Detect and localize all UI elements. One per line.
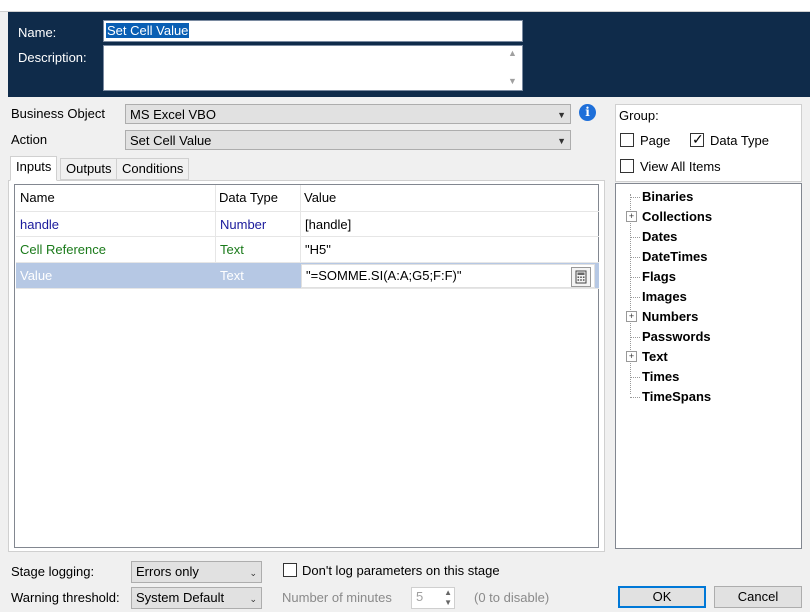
tree-connector: [630, 397, 640, 398]
tree-connector: [630, 257, 640, 258]
chevron-down-icon: ⌄: [249, 568, 257, 578]
description-input[interactable]: ▲ ▼: [103, 45, 523, 91]
tree-connector: [630, 237, 640, 238]
tree-connector: [630, 337, 640, 338]
view-all-items-label[interactable]: View All Items: [640, 159, 721, 175]
disable-hint: (0 to disable): [474, 590, 550, 605]
group-label: Group:: [619, 108, 659, 123]
tab-outputs[interactable]: Outputs: [60, 158, 118, 180]
tree-item-times[interactable]: Times: [642, 369, 679, 385]
row-value[interactable]: "H5": [301, 237, 331, 263]
tree-connector: [630, 377, 640, 378]
stepper-down-icon[interactable]: ▼: [444, 598, 452, 607]
table-row-selected[interactable]: Value Text "=SOMME.SI(A:A;G5;F:F)": [16, 263, 599, 289]
description-label: Description:: [18, 50, 87, 65]
stage-logging-value: Errors only: [136, 564, 199, 579]
stepper-up-icon[interactable]: ▲: [444, 588, 452, 597]
data-type-checkbox-label[interactable]: Data Type: [710, 133, 769, 149]
column-header-name[interactable]: Name: [20, 185, 55, 211]
tree-item-collections[interactable]: Collections: [642, 209, 712, 225]
table-row[interactable]: handle Number [handle]: [16, 211, 599, 237]
row-name: handle: [20, 217, 60, 232]
view-all-items-checkbox[interactable]: [620, 159, 634, 173]
name-input[interactable]: Set Cell Value: [103, 20, 523, 42]
minutes-stepper[interactable]: 5 ▲ ▼: [411, 587, 455, 609]
name-input-text: Set Cell Value: [106, 23, 190, 38]
stage-logging-label: Stage logging:: [11, 564, 95, 579]
value-edit-field[interactable]: "=SOMME.SI(A:A;G5;F:F)": [301, 264, 595, 288]
inputs-grid: Name Data Type Value handle Number [hand…: [14, 184, 599, 548]
cancel-button[interactable]: Cancel: [714, 586, 802, 608]
tree-item-flags[interactable]: Flags: [642, 269, 676, 285]
tree-item-dates[interactable]: Dates: [642, 229, 677, 245]
tree-item-text[interactable]: Text: [642, 349, 668, 365]
tree-item-passwords[interactable]: Passwords: [642, 329, 711, 345]
page-checkbox-label[interactable]: Page: [640, 133, 670, 149]
warning-threshold-select[interactable]: System Default ⌄: [131, 587, 262, 609]
scroll-down-icon[interactable]: ▼: [508, 76, 517, 86]
expand-plus-icon[interactable]: +: [626, 351, 637, 362]
warning-threshold-value: System Default: [136, 590, 225, 605]
action-value: Set Cell Value: [130, 133, 212, 148]
name-label: Name:: [18, 25, 57, 40]
number-of-minutes-label: Number of minutes: [282, 590, 392, 605]
tree-item-binaries[interactable]: Binaries: [642, 189, 693, 205]
chevron-down-icon: ▼: [557, 110, 566, 120]
dont-log-parameters-label[interactable]: Don't log parameters on this stage: [302, 563, 500, 579]
ok-button[interactable]: OK: [618, 586, 706, 608]
tree-line: [630, 194, 631, 394]
business-object-value: MS Excel VBO: [130, 107, 216, 122]
info-icon[interactable]: i: [579, 104, 596, 121]
page-checkbox[interactable]: [620, 133, 634, 147]
business-object-label: Business Object: [11, 106, 105, 121]
row-value: "=SOMME.SI(A:A;G5;F:F)": [306, 268, 462, 283]
data-type-checkbox[interactable]: [690, 131, 704, 148]
tree-item-datetimes[interactable]: DateTimes: [642, 249, 708, 265]
table-row[interactable]: Cell Reference Text "H5": [16, 237, 599, 263]
chevron-down-icon: ▼: [557, 136, 566, 146]
column-header-data-type[interactable]: Data Type: [219, 185, 278, 211]
title-bar-strip: [0, 0, 810, 12]
tab-conditions[interactable]: Conditions: [116, 158, 190, 180]
data-type-tree: Binaries + Collections Dates DateTimes F…: [615, 183, 802, 549]
tab-inputs[interactable]: Inputs: [10, 156, 58, 181]
expand-plus-icon[interactable]: +: [626, 211, 637, 222]
row-data-type: Text: [220, 268, 244, 283]
row-data-type: Number: [220, 217, 267, 232]
minutes-value: 5: [416, 589, 424, 604]
calculator-icon[interactable]: [571, 267, 591, 287]
tree-connector: [630, 277, 640, 278]
description-scrollbar[interactable]: ▲ ▼: [505, 46, 522, 90]
business-object-select[interactable]: MS Excel VBO ▼: [125, 104, 571, 124]
scroll-up-icon[interactable]: ▲: [508, 48, 517, 58]
action-label: Action: [11, 132, 48, 147]
row-name: Value: [20, 268, 53, 283]
warning-threshold-label: Warning threshold:: [11, 590, 120, 605]
expand-plus-icon[interactable]: +: [626, 311, 637, 322]
tree-item-images[interactable]: Images: [642, 289, 687, 305]
row-data-type: Text: [220, 242, 244, 257]
row-value[interactable]: [handle]: [301, 212, 351, 238]
row-name: Cell Reference: [20, 242, 106, 257]
dont-log-parameters-checkbox[interactable]: [283, 563, 297, 577]
tree-connector: [630, 297, 640, 298]
chevron-down-icon: ⌄: [249, 594, 257, 604]
stage-logging-select[interactable]: Errors only ⌄: [131, 561, 262, 583]
tree-connector: [630, 197, 640, 198]
tree-item-timespans[interactable]: TimeSpans: [642, 389, 711, 405]
tree-item-numbers[interactable]: Numbers: [642, 309, 698, 325]
action-select[interactable]: Set Cell Value ▼: [125, 130, 571, 150]
column-header-value[interactable]: Value: [304, 185, 336, 211]
